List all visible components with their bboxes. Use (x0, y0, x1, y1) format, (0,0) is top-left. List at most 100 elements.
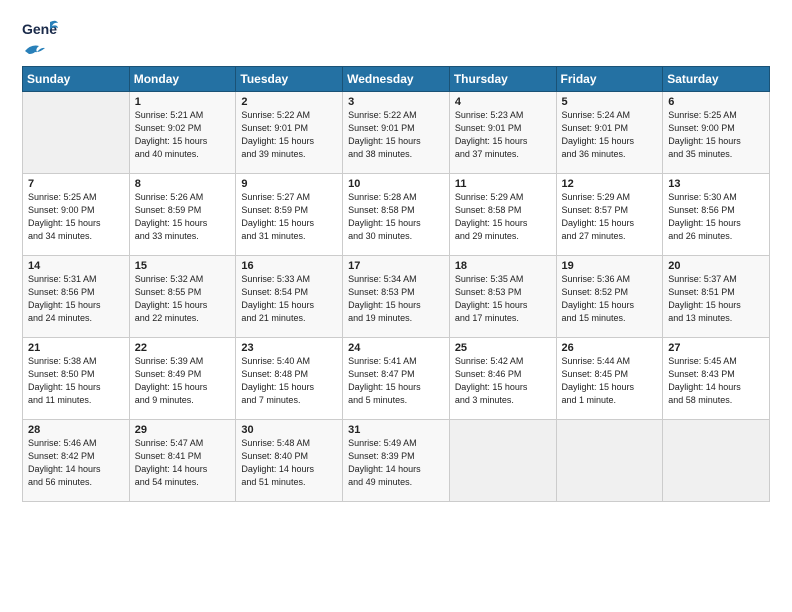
day-cell: 22Sunrise: 5:39 AM Sunset: 8:49 PM Dayli… (129, 338, 236, 420)
day-info: Sunrise: 5:26 AM Sunset: 8:59 PM Dayligh… (135, 191, 232, 243)
day-number: 3 (348, 96, 445, 108)
day-number: 17 (348, 260, 445, 272)
day-number: 7 (28, 178, 125, 190)
day-number: 13 (668, 178, 765, 190)
day-cell: 9Sunrise: 5:27 AM Sunset: 8:59 PM Daylig… (236, 174, 343, 256)
week-row-1: 1Sunrise: 5:21 AM Sunset: 9:02 PM Daylig… (23, 92, 770, 174)
day-info: Sunrise: 5:37 AM Sunset: 8:51 PM Dayligh… (668, 273, 765, 325)
logo-bird-icon (25, 44, 45, 58)
day-info: Sunrise: 5:25 AM Sunset: 9:00 PM Dayligh… (668, 109, 765, 161)
col-header-wednesday: Wednesday (343, 67, 450, 92)
day-cell: 10Sunrise: 5:28 AM Sunset: 8:58 PM Dayli… (343, 174, 450, 256)
day-cell: 24Sunrise: 5:41 AM Sunset: 8:47 PM Dayli… (343, 338, 450, 420)
day-cell: 17Sunrise: 5:34 AM Sunset: 8:53 PM Dayli… (343, 256, 450, 338)
day-number: 21 (28, 342, 125, 354)
day-number: 12 (562, 178, 659, 190)
day-cell (23, 92, 130, 174)
col-header-saturday: Saturday (663, 67, 770, 92)
day-info: Sunrise: 5:40 AM Sunset: 8:48 PM Dayligh… (241, 355, 338, 407)
week-row-4: 21Sunrise: 5:38 AM Sunset: 8:50 PM Dayli… (23, 338, 770, 420)
day-cell: 18Sunrise: 5:35 AM Sunset: 8:53 PM Dayli… (449, 256, 556, 338)
day-info: Sunrise: 5:48 AM Sunset: 8:40 PM Dayligh… (241, 437, 338, 489)
day-cell: 25Sunrise: 5:42 AM Sunset: 8:46 PM Dayli… (449, 338, 556, 420)
day-cell: 27Sunrise: 5:45 AM Sunset: 8:43 PM Dayli… (663, 338, 770, 420)
day-cell (663, 420, 770, 502)
day-cell: 15Sunrise: 5:32 AM Sunset: 8:55 PM Dayli… (129, 256, 236, 338)
day-info: Sunrise: 5:28 AM Sunset: 8:58 PM Dayligh… (348, 191, 445, 243)
day-cell: 6Sunrise: 5:25 AM Sunset: 9:00 PM Daylig… (663, 92, 770, 174)
day-info: Sunrise: 5:41 AM Sunset: 8:47 PM Dayligh… (348, 355, 445, 407)
day-info: Sunrise: 5:31 AM Sunset: 8:56 PM Dayligh… (28, 273, 125, 325)
day-number: 4 (455, 96, 552, 108)
col-header-sunday: Sunday (23, 67, 130, 92)
day-number: 26 (562, 342, 659, 354)
day-number: 10 (348, 178, 445, 190)
day-number: 22 (135, 342, 232, 354)
col-header-monday: Monday (129, 67, 236, 92)
day-cell: 21Sunrise: 5:38 AM Sunset: 8:50 PM Dayli… (23, 338, 130, 420)
col-header-tuesday: Tuesday (236, 67, 343, 92)
day-cell: 26Sunrise: 5:44 AM Sunset: 8:45 PM Dayli… (556, 338, 663, 420)
day-info: Sunrise: 5:35 AM Sunset: 8:53 PM Dayligh… (455, 273, 552, 325)
day-info: Sunrise: 5:33 AM Sunset: 8:54 PM Dayligh… (241, 273, 338, 325)
day-info: Sunrise: 5:38 AM Sunset: 8:50 PM Dayligh… (28, 355, 125, 407)
day-info: Sunrise: 5:47 AM Sunset: 8:41 PM Dayligh… (135, 437, 232, 489)
day-cell: 3Sunrise: 5:22 AM Sunset: 9:01 PM Daylig… (343, 92, 450, 174)
day-number: 2 (241, 96, 338, 108)
day-cell: 2Sunrise: 5:22 AM Sunset: 9:01 PM Daylig… (236, 92, 343, 174)
day-number: 19 (562, 260, 659, 272)
day-info: Sunrise: 5:32 AM Sunset: 8:55 PM Dayligh… (135, 273, 232, 325)
day-info: Sunrise: 5:30 AM Sunset: 8:56 PM Dayligh… (668, 191, 765, 243)
day-info: Sunrise: 5:22 AM Sunset: 9:01 PM Dayligh… (241, 109, 338, 161)
day-cell (556, 420, 663, 502)
day-number: 6 (668, 96, 765, 108)
day-number: 29 (135, 424, 232, 436)
week-row-2: 7Sunrise: 5:25 AM Sunset: 9:00 PM Daylig… (23, 174, 770, 256)
day-number: 11 (455, 178, 552, 190)
day-info: Sunrise: 5:42 AM Sunset: 8:46 PM Dayligh… (455, 355, 552, 407)
day-number: 16 (241, 260, 338, 272)
day-cell: 28Sunrise: 5:46 AM Sunset: 8:42 PM Dayli… (23, 420, 130, 502)
day-number: 30 (241, 424, 338, 436)
day-info: Sunrise: 5:49 AM Sunset: 8:39 PM Dayligh… (348, 437, 445, 489)
day-cell: 13Sunrise: 5:30 AM Sunset: 8:56 PM Dayli… (663, 174, 770, 256)
day-number: 14 (28, 260, 125, 272)
day-number: 23 (241, 342, 338, 354)
calendar-table: SundayMondayTuesdayWednesdayThursdayFrid… (22, 66, 770, 502)
day-cell: 8Sunrise: 5:26 AM Sunset: 8:59 PM Daylig… (129, 174, 236, 256)
day-info: Sunrise: 5:29 AM Sunset: 8:57 PM Dayligh… (562, 191, 659, 243)
day-cell: 23Sunrise: 5:40 AM Sunset: 8:48 PM Dayli… (236, 338, 343, 420)
day-cell: 7Sunrise: 5:25 AM Sunset: 9:00 PM Daylig… (23, 174, 130, 256)
day-info: Sunrise: 5:25 AM Sunset: 9:00 PM Dayligh… (28, 191, 125, 243)
day-cell: 1Sunrise: 5:21 AM Sunset: 9:02 PM Daylig… (129, 92, 236, 174)
day-cell: 20Sunrise: 5:37 AM Sunset: 8:51 PM Dayli… (663, 256, 770, 338)
header-row: SundayMondayTuesdayWednesdayThursdayFrid… (23, 67, 770, 92)
day-info: Sunrise: 5:22 AM Sunset: 9:01 PM Dayligh… (348, 109, 445, 161)
day-number: 18 (455, 260, 552, 272)
day-number: 9 (241, 178, 338, 190)
day-number: 28 (28, 424, 125, 436)
day-info: Sunrise: 5:36 AM Sunset: 8:52 PM Dayligh… (562, 273, 659, 325)
day-number: 25 (455, 342, 552, 354)
day-info: Sunrise: 5:24 AM Sunset: 9:01 PM Dayligh… (562, 109, 659, 161)
day-info: Sunrise: 5:45 AM Sunset: 8:43 PM Dayligh… (668, 355, 765, 407)
day-cell (449, 420, 556, 502)
header: General (22, 18, 770, 58)
day-cell: 4Sunrise: 5:23 AM Sunset: 9:01 PM Daylig… (449, 92, 556, 174)
day-cell: 30Sunrise: 5:48 AM Sunset: 8:40 PM Dayli… (236, 420, 343, 502)
day-info: Sunrise: 5:27 AM Sunset: 8:59 PM Dayligh… (241, 191, 338, 243)
day-cell: 14Sunrise: 5:31 AM Sunset: 8:56 PM Dayli… (23, 256, 130, 338)
day-cell: 19Sunrise: 5:36 AM Sunset: 8:52 PM Dayli… (556, 256, 663, 338)
week-row-5: 28Sunrise: 5:46 AM Sunset: 8:42 PM Dayli… (23, 420, 770, 502)
day-cell: 5Sunrise: 5:24 AM Sunset: 9:01 PM Daylig… (556, 92, 663, 174)
day-info: Sunrise: 5:23 AM Sunset: 9:01 PM Dayligh… (455, 109, 552, 161)
day-number: 20 (668, 260, 765, 272)
week-row-3: 14Sunrise: 5:31 AM Sunset: 8:56 PM Dayli… (23, 256, 770, 338)
day-number: 24 (348, 342, 445, 354)
day-cell: 16Sunrise: 5:33 AM Sunset: 8:54 PM Dayli… (236, 256, 343, 338)
col-header-friday: Friday (556, 67, 663, 92)
day-info: Sunrise: 5:21 AM Sunset: 9:02 PM Dayligh… (135, 109, 232, 161)
day-number: 8 (135, 178, 232, 190)
day-cell: 11Sunrise: 5:29 AM Sunset: 8:58 PM Dayli… (449, 174, 556, 256)
day-number: 15 (135, 260, 232, 272)
